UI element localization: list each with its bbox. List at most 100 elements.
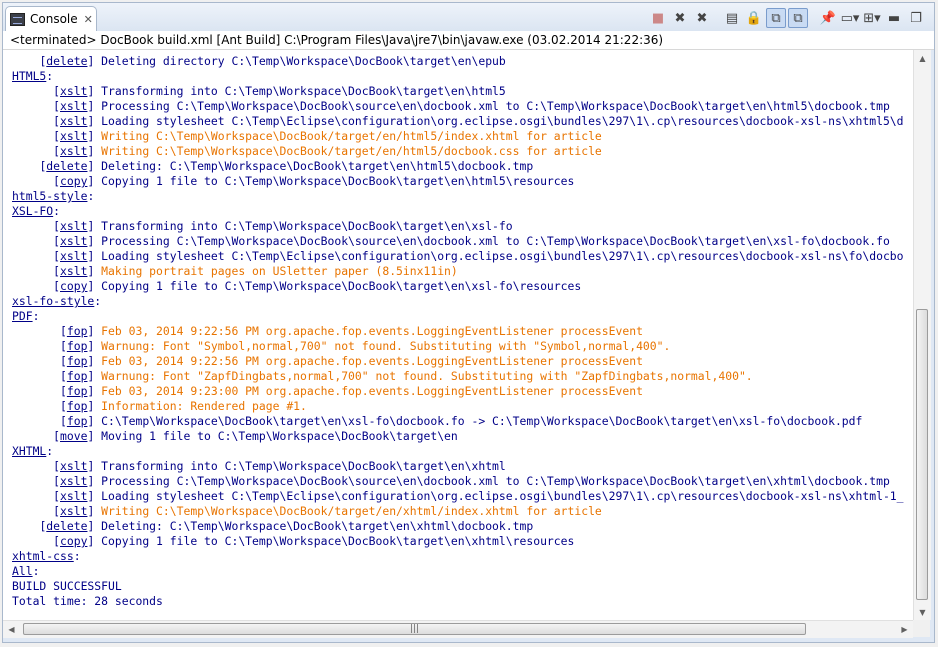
console-line: [move] Moving 1 file to C:\Temp\Workspac… [53,429,458,443]
console-line: [xslt] Processing C:\Temp\Workspace\DocB… [53,99,890,113]
console-line: [copy] Copying 1 file to C:\Temp\Workspa… [53,174,575,188]
horizontal-scrollbar[interactable]: ◀ ||| ▶ [3,620,913,638]
console-line: [xslt] Loading stylesheet C:\Temp\Eclips… [53,489,904,503]
console-line: [copy] Copying 1 file to C:\Temp\Workspa… [53,279,582,293]
console-lines: [delete] Deleting directory C:\Temp\Work… [12,54,904,609]
console-line: xsl-fo-style: [12,294,102,308]
console-line: BUILD SUCCESSFUL [12,579,122,593]
task-tag-link[interactable]: [copy] [53,174,94,188]
task-tag-link[interactable]: [fop] [60,384,94,398]
console-line: XSL-FO: [12,204,61,218]
target-link[interactable]: PDF [12,309,33,323]
console-line: All: [12,564,40,578]
task-tag-link[interactable]: [fop] [60,414,94,428]
task-tag-link[interactable]: [xslt] [53,114,94,128]
console-line: [xslt] Transforming into C:\Temp\Workspa… [53,219,513,233]
console-line: Total time: 28 seconds [12,594,163,608]
minimize-icon[interactable]: ▬ [884,8,904,28]
console-line: [xslt] Processing C:\Temp\Workspace\DocB… [53,234,890,248]
task-tag-link[interactable]: [xslt] [53,144,94,158]
task-tag-link[interactable]: [fop] [60,339,94,353]
scroll-left-icon[interactable]: ◀ [3,621,20,638]
task-tag-link[interactable]: [xslt] [53,264,94,278]
task-tag-link[interactable]: [xslt] [53,219,94,233]
console-line: [delete] Deleting: C:\Temp\Workspace\Doc… [39,519,534,533]
target-link[interactable]: xhtml-css [12,549,74,563]
target-link[interactable]: HTML5 [12,69,46,83]
task-tag-link[interactable]: [xslt] [53,489,94,503]
show-on-stdout-icon[interactable]: ⧉ [766,8,786,28]
tab-label: Console [30,12,78,26]
target-link[interactable]: All [12,564,33,578]
task-tag-link[interactable]: [copy] [53,534,94,548]
console-line: PDF: [12,309,40,323]
display-console-icon[interactable]: ▭▾ [840,8,860,28]
scroll-lock-icon[interactable]: 🔒 [744,8,764,28]
task-tag-link[interactable]: [delete] [39,54,94,68]
console-line: [xslt] Writing C:\Temp\Workspace\DocBook… [53,129,602,143]
remove-all-terminated-icon[interactable]: ✖ [692,8,712,28]
target-link[interactable]: XSL-FO [12,204,53,218]
console-line: [xslt] Making portrait pages on USletter… [53,264,458,278]
task-tag-link[interactable]: [xslt] [53,129,94,143]
console-output[interactable]: [delete] Deleting directory C:\Temp\Work… [3,50,913,620]
task-tag-link[interactable]: [xslt] [53,84,94,98]
process-label: <terminated> DocBook build.xml [Ant Buil… [3,31,934,50]
console-line: [xslt] Processing C:\Temp\Workspace\DocB… [53,474,890,488]
scroll-right-icon[interactable]: ▶ [896,621,913,638]
toolbar-separator [810,8,816,28]
target-link[interactable]: html5-style [12,189,87,203]
tab-console[interactable]: Console ✕ [5,6,97,31]
console-line: [xslt] Writing C:\Temp\Workspace\DocBook… [53,504,602,518]
console-line: [delete] Deleting: C:\Temp\Workspace\Doc… [39,159,534,173]
task-tag-link[interactable]: [xslt] [53,459,94,473]
open-console-icon[interactable]: ⊞▾ [862,8,882,28]
pin-console-icon[interactable]: 📌 [818,8,838,28]
show-on-stderr-icon[interactable]: ⧉ [788,8,808,28]
remove-launch-icon[interactable]: ✖ [670,8,690,28]
maximize-icon[interactable]: ❐ [906,8,926,28]
console-line: [fop] Warnung: Font "ZapfDingbats,normal… [60,369,753,383]
task-tag-link[interactable]: [xslt] [53,474,94,488]
horizontal-scroll-thumb[interactable]: ||| [23,623,806,635]
task-tag-link[interactable]: [move] [53,429,94,443]
task-tag-link[interactable]: [xslt] [53,249,94,263]
console-line: [fop] Information: Rendered page #1. [60,399,307,413]
terminate-icon[interactable]: ■ [648,8,668,28]
task-tag-link[interactable]: [fop] [60,369,94,383]
target-link[interactable]: xsl-fo-style [12,294,94,308]
console-line: [xslt] Writing C:\Temp\Workspace\DocBook… [53,144,602,158]
close-icon[interactable]: ✕ [84,13,93,26]
task-tag-link[interactable]: [xslt] [53,234,94,248]
scroll-down-icon[interactable]: ▼ [914,604,931,620]
console-line: [fop] C:\Temp\Workspace\DocBook\target\e… [60,414,863,428]
vertical-scrollbar[interactable]: ▲ ▼ [913,50,931,620]
console-line: [xslt] Transforming into C:\Temp\Workspa… [53,84,506,98]
task-tag-link[interactable]: [fop] [60,354,94,368]
console-view: Console ✕ ■ ✖ ✖ ▤ 🔒 ⧉ ⧉ 📌 ▭▾ ⊞▾ ▬ ❐ <terminated> Do… [2,2,935,643]
scroll-up-icon[interactable]: ▲ [914,50,931,66]
console-line: html5-style: [12,189,95,203]
task-tag-link[interactable]: [fop] [60,324,94,338]
console-line: [delete] Deleting directory C:\Temp\Work… [39,54,506,68]
console-line: [xslt] Loading stylesheet C:\Temp\Eclips… [53,114,904,128]
console-line: HTML5: [12,69,54,83]
clear-console-icon[interactable]: ▤ [722,8,742,28]
scroll-corner [913,620,930,637]
target-link[interactable]: XHTML [12,444,46,458]
console-line: [fop] Feb 03, 2014 9:22:56 PM org.apache… [60,324,643,338]
task-tag-link[interactable]: [delete] [39,159,94,173]
toolbar-separator [714,8,720,28]
console-icon [10,12,25,26]
console-line: [xslt] Transforming into C:\Temp\Workspa… [53,459,506,473]
task-tag-link[interactable]: [delete] [39,519,94,533]
console-line: XHTML: [12,444,54,458]
console-line: xhtml-css: [12,549,81,563]
task-tag-link[interactable]: [xslt] [53,99,94,113]
task-tag-link[interactable]: [fop] [60,399,94,413]
task-tag-link[interactable]: [copy] [53,279,94,293]
task-tag-link[interactable]: [xslt] [53,504,94,518]
console-line: [xslt] Loading stylesheet C:\Temp\Eclips… [53,249,904,263]
console-line: [fop] Feb 03, 2014 9:23:00 PM org.apache… [60,384,643,398]
vertical-scroll-thumb[interactable] [916,309,928,600]
